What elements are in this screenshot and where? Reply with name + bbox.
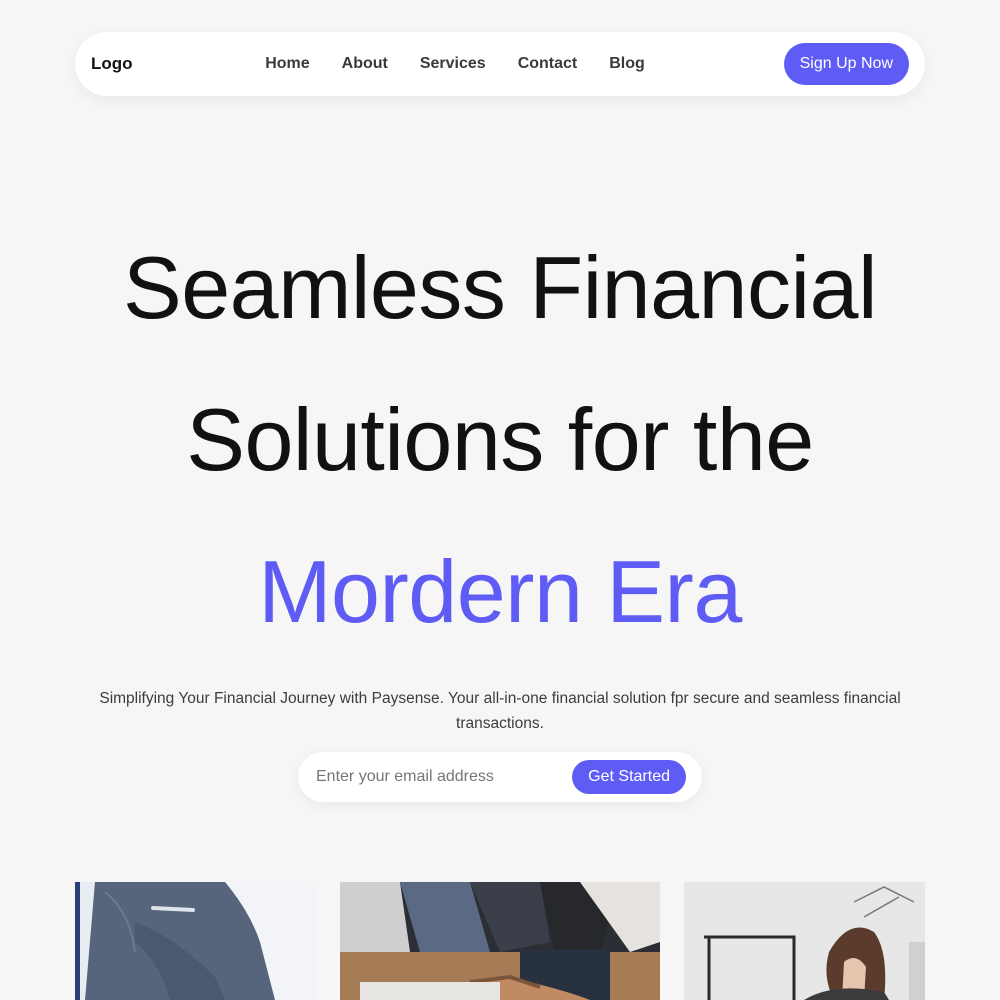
email-input[interactable] [314,752,564,802]
nav-links: Home About Services Contact Blog [245,32,665,96]
photo-woman-office [684,882,925,1000]
nav-link-about[interactable]: About [342,55,388,73]
email-signup-form: Get Started [298,752,702,802]
hero-title-accent: Mordern Era [258,542,742,641]
logo[interactable]: Logo [91,32,133,96]
hero-title-line-2: Solutions for the [186,390,814,489]
nav-link-home[interactable]: Home [265,55,309,73]
businessman-illustration [75,882,315,1000]
navbar: Logo Home About Services Contact Blog Si… [75,32,925,96]
sign-up-button[interactable]: Sign Up Now [783,43,909,85]
woman-office-illustration [684,882,925,1000]
hero-title: Seamless Financial Solutions for the Mor… [0,212,1000,668]
nav-link-services[interactable]: Services [420,55,486,73]
team-hands-illustration [340,882,660,1000]
nav-link-blog[interactable]: Blog [609,55,645,73]
hero-title-line-1: Seamless Financial [123,238,878,337]
get-started-button[interactable]: Get Started [572,760,686,794]
hero-subtitle: Simplifying Your Financial Journey with … [99,689,901,732]
photo-businessman [75,882,315,1000]
nav-link-contact[interactable]: Contact [518,55,578,73]
photo-team-hands [340,882,660,1000]
